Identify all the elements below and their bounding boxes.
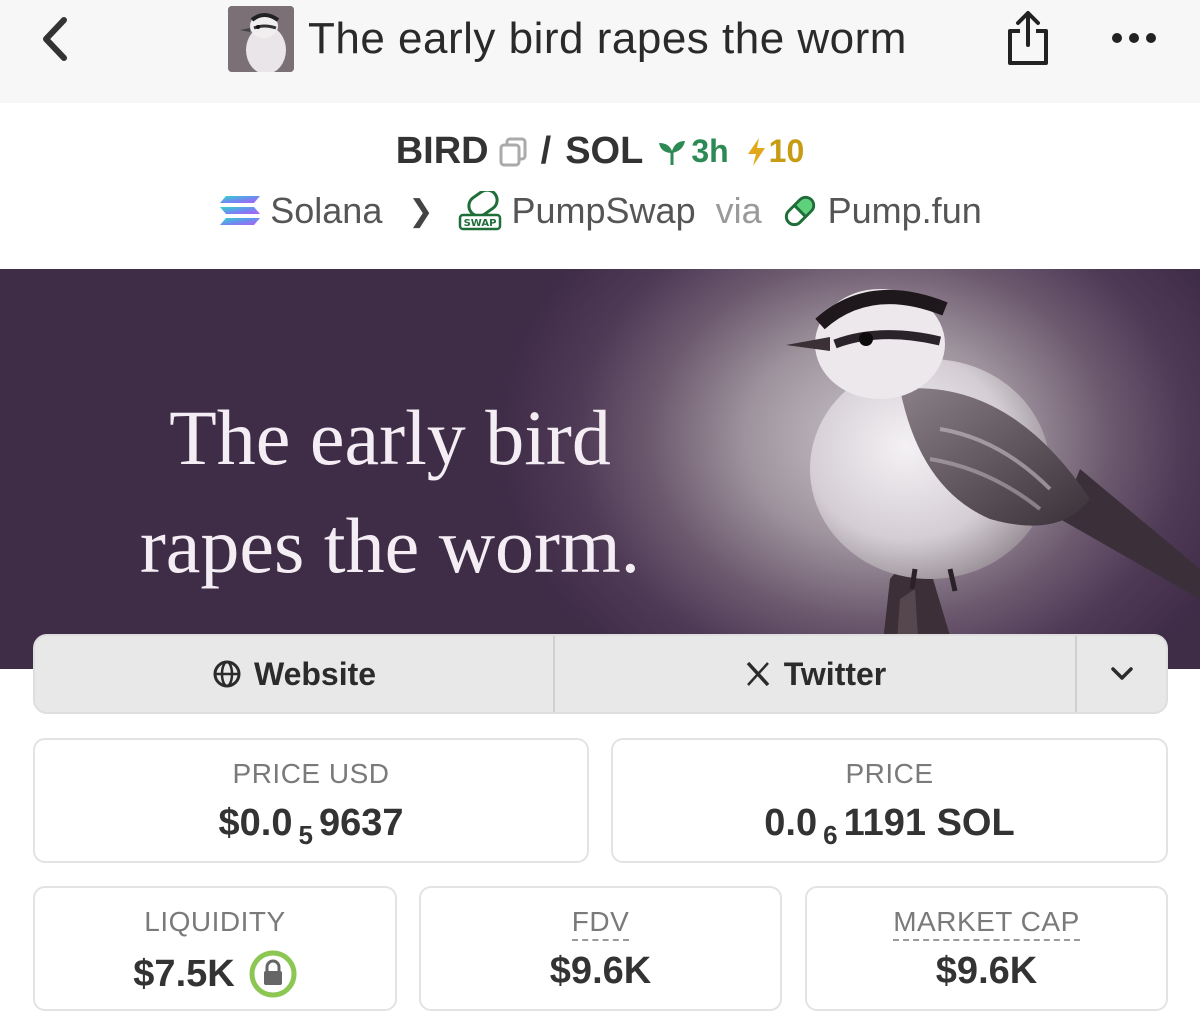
svg-text:SWAP: SWAP <box>463 218 496 229</box>
top-navigation-bar: The early bird rapes the worm <box>0 0 1200 103</box>
boost-badge[interactable]: 10 <box>745 133 805 170</box>
share-icon <box>1008 11 1048 65</box>
more-options-button[interactable] <box>1104 18 1164 58</box>
liquidity-value: $7.5K <box>133 952 235 995</box>
pair-age-badge: 3h <box>657 133 729 170</box>
pill-icon <box>780 191 820 231</box>
chevron-right-icon: ❯ <box>408 194 434 228</box>
liquidity-value-row: $7.5K <box>35 950 395 998</box>
chevron-left-icon <box>43 17 67 61</box>
fdv-label-text: FDV <box>571 906 630 941</box>
more-links-dropdown[interactable] <box>1077 636 1166 712</box>
website-label: Website <box>253 655 377 692</box>
pair-age-text: 3h <box>691 133 729 169</box>
price-usd-zero-count: 5 <box>298 820 313 850</box>
price-usd-value: $0.0 5 9637 <box>35 802 587 850</box>
liquidity-lock-icon[interactable] <box>249 950 297 998</box>
price-native-label: PRICE <box>845 758 934 789</box>
banner-line-1: The early bird <box>169 394 611 481</box>
copy-address-button[interactable] <box>499 137 527 167</box>
price-usd-digits: 9637 <box>318 802 404 844</box>
token-title-group: The early bird rapes the worm <box>228 6 907 72</box>
market-cap-value: $9.6K <box>935 950 1038 992</box>
liquidity-label: LIQUIDITY <box>144 906 286 937</box>
dex-link[interactable]: PumpSwap <box>512 190 696 232</box>
market-cap-card: MARKET CAP $9.6K <box>805 886 1168 1011</box>
launchpad-link[interactable]: Pump.fun <box>828 190 982 232</box>
price-native-card: PRICE 0.0 6 1191 SOL <box>611 738 1168 863</box>
seedling-icon <box>659 140 686 165</box>
price-native-prefix: 0.0 <box>764 802 818 844</box>
share-button[interactable] <box>1000 6 1056 70</box>
more-dots-icon <box>1112 33 1156 43</box>
banner-line-2: rapes the worm. <box>139 502 641 589</box>
twitter-button[interactable]: Twitter <box>555 636 1077 712</box>
pumpswap-icon: SWAP <box>456 191 504 231</box>
quote-token-symbol: SOL <box>565 130 644 172</box>
via-label: via <box>715 190 762 231</box>
token-banner-image: The early bird rapes the worm. <box>0 269 1200 669</box>
boost-count: 10 <box>768 133 805 169</box>
fdv-value: $9.6K <box>549 950 652 992</box>
pair-separator: / <box>540 130 552 172</box>
solana-icon <box>218 193 262 229</box>
market-cap-label[interactable]: MARKET CAP <box>807 906 1166 941</box>
market-cap-label-text: MARKET CAP <box>893 906 1080 941</box>
liquidity-card: LIQUIDITY $7.5K <box>33 886 397 1011</box>
price-usd-prefix: $0.0 <box>218 802 293 844</box>
network-link[interactable]: Solana <box>270 190 382 232</box>
price-usd-card: PRICE USD $0.0 5 9637 <box>33 738 589 863</box>
pair-header: BIRD / SOL 3h 10 <box>0 130 1200 173</box>
fdv-label[interactable]: FDV <box>421 906 780 941</box>
chevron-down-icon <box>1110 667 1133 680</box>
price-native-value: 0.0 6 1191 SOL <box>613 802 1166 850</box>
base-token-symbol: BIRD <box>395 130 489 172</box>
page-title: The early bird rapes the worm <box>308 14 907 63</box>
twitter-label: Twitter <box>783 655 887 692</box>
fdv-card: FDV $9.6K <box>419 886 782 1011</box>
banner-caption: The early bird rapes the worm. <box>0 384 780 600</box>
back-button[interactable] <box>30 14 80 64</box>
lightning-icon <box>747 137 765 166</box>
globe-icon <box>212 659 242 689</box>
website-button[interactable]: Website <box>35 636 555 712</box>
copy-icon <box>499 137 527 166</box>
price-native-digits: 1191 SOL <box>843 802 1015 844</box>
chain-breadcrumb: Solana ❯ SWAP PumpSwap via Pump.fun <box>0 190 1200 232</box>
token-avatar <box>228 6 294 72</box>
price-native-zero-count: 6 <box>823 820 838 850</box>
x-logo-icon <box>744 660 772 688</box>
price-usd-label: PRICE USD <box>232 758 390 789</box>
social-links-bar: Website Twitter <box>33 634 1168 714</box>
